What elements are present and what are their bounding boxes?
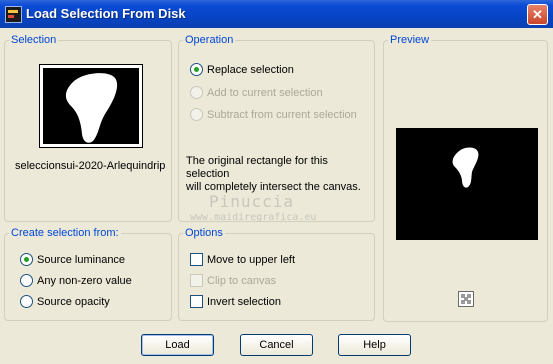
selection-group: Selection seleccionsui-2020-Arlequindrip	[4, 34, 172, 222]
selection-thumbnail[interactable]	[39, 64, 143, 148]
app-icon	[5, 6, 22, 23]
radio-button[interactable]	[20, 295, 33, 308]
close-button[interactable]: ✕	[527, 4, 548, 25]
preview-group-label: Preview	[390, 34, 430, 46]
radio-button[interactable]	[190, 108, 203, 121]
radio-button[interactable]	[20, 274, 33, 287]
checkbox[interactable]	[190, 253, 203, 266]
radio-button[interactable]	[20, 253, 33, 266]
checker-square	[461, 300, 465, 304]
selection-thumbnail-image	[43, 68, 139, 144]
radio-label: Source luminance	[37, 254, 126, 266]
load-selection-dialog: Load Selection From Disk ✕ Selection sel…	[0, 0, 553, 364]
cancel-button[interactable]: Cancel	[240, 334, 313, 356]
operation-info-text: The original rectangle for this selectio…	[186, 155, 371, 194]
checkbox-label: Clip to canvas	[207, 275, 277, 287]
window-title: Load Selection From Disk	[26, 6, 186, 21]
radio-label: Add to current selection	[207, 87, 323, 99]
title-bar[interactable]: Load Selection From Disk ✕	[0, 0, 553, 28]
radio-label: Source opacity	[37, 296, 110, 308]
preview-shape	[452, 147, 479, 188]
selection-shape	[65, 73, 118, 143]
checkbox-label: Move to upper left	[207, 254, 296, 266]
checker-square	[467, 300, 471, 304]
checkbox-label: Invert selection	[207, 296, 281, 308]
transparency-toggle-icon[interactable]	[458, 291, 474, 307]
operation-group-label: Operation	[185, 34, 234, 46]
radio-button[interactable]	[190, 86, 203, 99]
help-button[interactable]: Help	[338, 334, 411, 356]
options-group-label: Options	[185, 227, 223, 239]
selection-name: seleccionsui-2020-Arlequindrip	[15, 160, 166, 172]
watermark-url: www.maidiregrafica.eu	[190, 212, 317, 223]
checkbox[interactable]	[190, 274, 203, 287]
radio-button[interactable]	[190, 63, 203, 76]
checkbox[interactable]	[190, 295, 203, 308]
watermark-name: Pinuccia	[209, 192, 295, 211]
load-button[interactable]: Load	[141, 334, 214, 356]
create-from-group-label: Create selection from:	[11, 227, 119, 239]
radio-label: Replace selection	[207, 64, 294, 76]
preview-image	[396, 128, 538, 240]
selection-group-label: Selection	[11, 34, 57, 46]
close-icon: ✕	[532, 7, 543, 22]
radio-label: Any non-zero value	[37, 275, 132, 287]
radio-label: Subtract from current selection	[207, 109, 357, 121]
info-line-1: The original rectangle for this selectio…	[186, 155, 328, 180]
